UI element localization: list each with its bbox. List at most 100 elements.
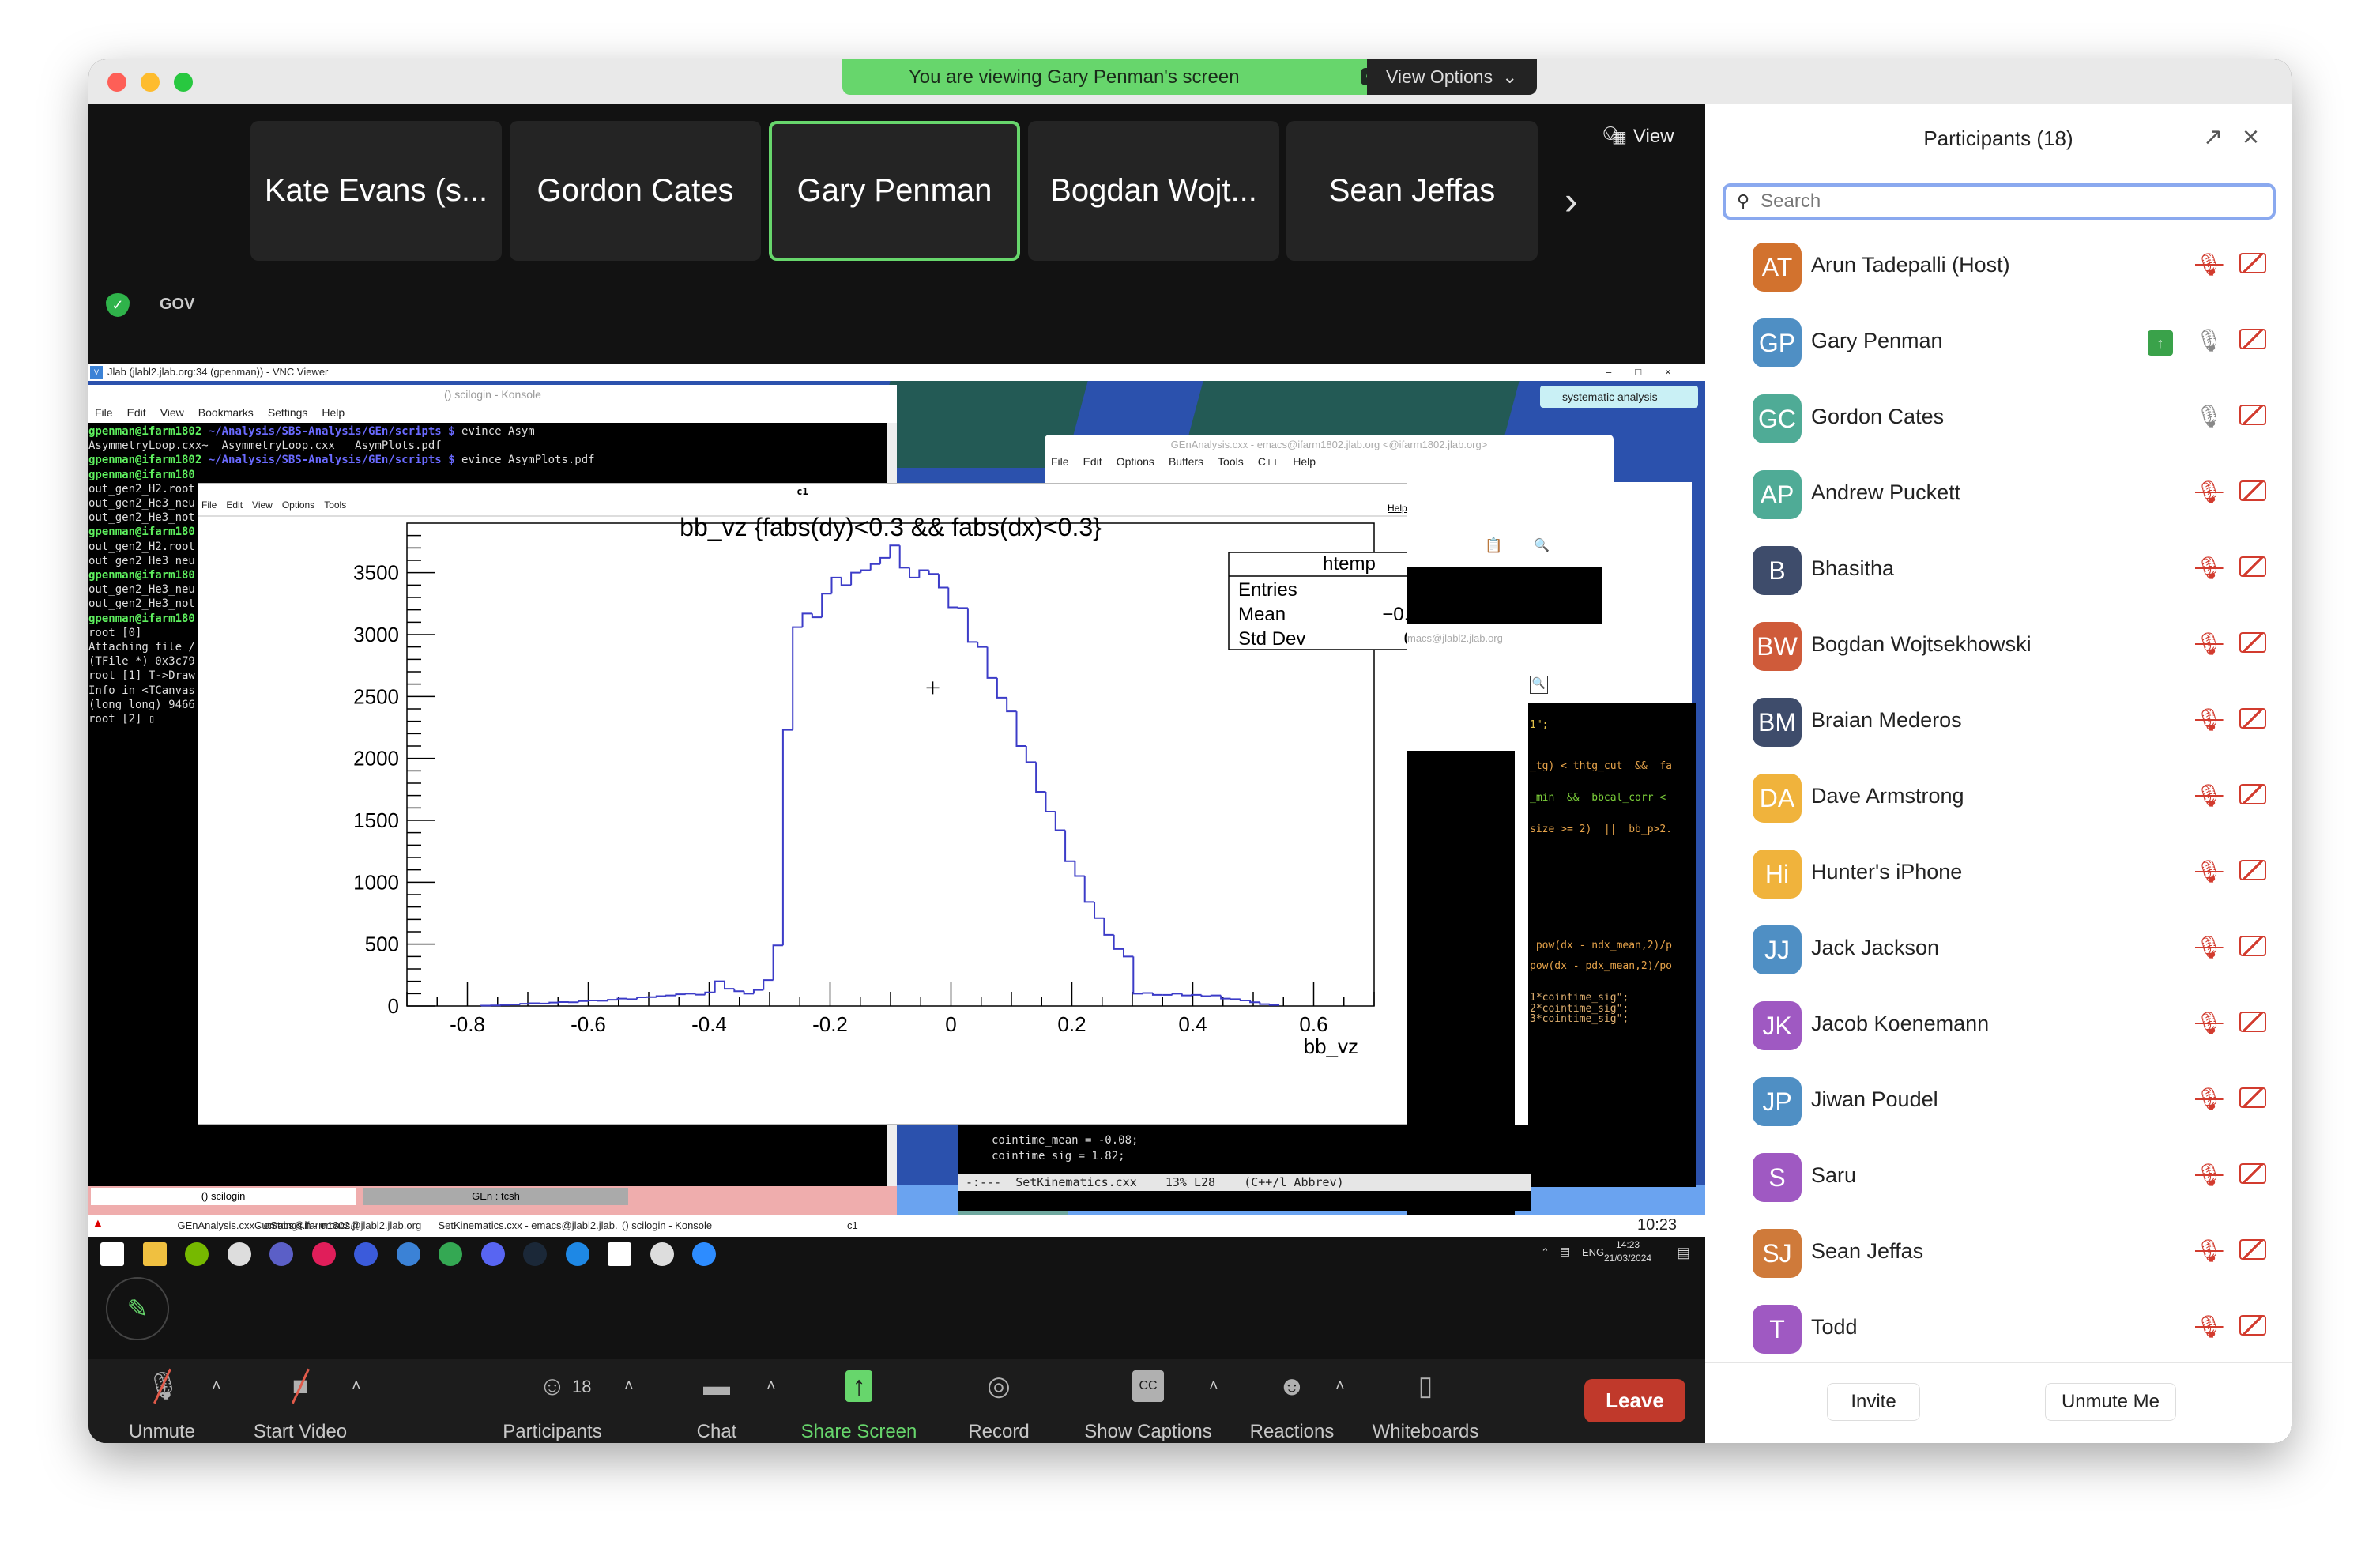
caret-up-icon[interactable]: ˄	[1209, 1377, 1218, 1396]
menu-item[interactable]: View	[160, 404, 184, 421]
magnifier-icon[interactable]: 🔍	[1530, 676, 1548, 694]
show-captions-button[interactable]: CC Show Captions	[1081, 1359, 1215, 1443]
vnc-window-controls[interactable]: –□×	[1606, 364, 1695, 381]
video-off-icon[interactable]	[2239, 1315, 2266, 1336]
shared-screen[interactable]: V Jlab (jlabl2.jlab.org:34 (gpenman)) - …	[88, 364, 1705, 1237]
video-off-icon[interactable]	[2239, 480, 2266, 501]
caret-up-icon[interactable]: ˄	[1335, 1377, 1345, 1396]
panel-task[interactable]: CutStrings.h - emacs@jlabl2.jlab.org	[254, 1219, 421, 1231]
next-page-arrow-icon[interactable]: ›	[1565, 178, 1578, 224]
video-off-icon[interactable]	[2239, 860, 2266, 880]
slack-icon[interactable]	[311, 1242, 336, 1266]
participant-row[interactable]: SJ Sean Jeffas 🎙︎	[1705, 1215, 2292, 1291]
discord-icon[interactable]	[480, 1242, 505, 1266]
participants-button[interactable]: ☺ 18 Participants	[485, 1359, 619, 1443]
document-icon[interactable]	[608, 1242, 631, 1266]
reactions-button[interactable]: ☻ Reactions	[1225, 1359, 1359, 1443]
minimize-window-button[interactable]	[141, 73, 160, 92]
mic-muted-icon[interactable]: 🎙︎	[2195, 1086, 2224, 1112]
mic-muted-icon[interactable]: 🎙︎	[2195, 1010, 2224, 1036]
mic-muted-icon[interactable]: 🎙︎	[2195, 1313, 2224, 1340]
systematic-analysis-tooltip[interactable]: systematic analysis	[1540, 386, 1698, 408]
video-thumbnail[interactable]: Gary Penman	[769, 121, 1020, 261]
menu-item[interactable]: Settings	[268, 404, 308, 421]
search-input[interactable]: ⚲ Search	[1723, 183, 2276, 220]
pop-out-icon[interactable]: ↗	[2203, 123, 2223, 151]
video-off-icon[interactable]	[2239, 936, 2266, 956]
participant-row[interactable]: JP Jiwan Poudel 🎙︎	[1705, 1064, 2292, 1140]
caret-up-icon[interactable]: ˄	[212, 1377, 221, 1396]
mic-muted-icon[interactable]: 🎙︎	[2195, 1238, 2224, 1264]
unmute-me-button[interactable]: Unmute Me	[2045, 1383, 2176, 1421]
panel-task[interactable]: c1	[847, 1219, 858, 1231]
start-video-button[interactable]: ■Start Video	[233, 1359, 367, 1443]
participant-row[interactable]: JJ Jack Jackson 🎙︎	[1705, 912, 2292, 988]
language-indicator[interactable]: ENG	[1582, 1246, 1604, 1258]
unmute-button[interactable]: 🎙Unmute	[95, 1359, 229, 1443]
video-off-icon[interactable]	[2239, 1163, 2266, 1184]
histogram-chart[interactable]: bb_vz {fabs(dy)<0.3 && fabs(dx)<0.3} 0 500…	[198, 483, 1407, 1125]
maximize-window-button[interactable]	[174, 73, 193, 92]
close-window-button[interactable]	[107, 73, 126, 92]
file-explorer-icon[interactable]	[142, 1242, 167, 1266]
notifications-icon[interactable]: ▤	[1677, 1245, 1690, 1261]
video-off-icon[interactable]	[2239, 1239, 2266, 1260]
menu-item[interactable]: Buffers	[1169, 455, 1203, 468]
menu-item[interactable]: File	[1051, 455, 1069, 468]
emacs-setkinematics-window[interactable]: cointime_mean = -0.08; cointime_sig = 1.8…	[958, 1125, 1531, 1211]
menu-item[interactable]: File	[95, 404, 113, 421]
tray-chevron-icon[interactable]: ⌃	[1541, 1246, 1550, 1259]
redhat-menu-icon[interactable]: ▲	[92, 1217, 104, 1231]
menu-item[interactable]: C++	[1258, 455, 1278, 468]
nvidia-icon[interactable]	[185, 1242, 209, 1266]
participant-row[interactable]: AP Andrew Puckett 🎙︎	[1705, 457, 2292, 533]
participant-row[interactable]: T Todd 🎙︎	[1705, 1291, 2292, 1367]
leave-button[interactable]: Leave	[1584, 1379, 1685, 1422]
participant-row[interactable]: AT Arun Tadepalli (Host) 🎙︎	[1705, 229, 2292, 305]
app-icon[interactable]	[565, 1242, 589, 1266]
panel-task[interactable]: SetKinematics.cxx - emacs@jlabl2.jlab.	[439, 1219, 618, 1231]
participant-row[interactable]: B Bhasitha 🎙︎	[1705, 533, 2292, 609]
panel-task[interactable]: () scilogin - Konsole	[622, 1219, 712, 1231]
konsole-tab[interactable]: GEn : tcsh	[363, 1188, 628, 1205]
mic-muted-icon[interactable]: 🎙︎	[2195, 858, 2224, 884]
chrome-icon[interactable]	[439, 1242, 462, 1266]
participant-row[interactable]: Hi Hunter's iPhone 🎙︎	[1705, 836, 2292, 912]
video-off-icon[interactable]	[2239, 784, 2266, 804]
video-off-icon[interactable]	[2239, 632, 2266, 653]
magnifier-icon[interactable]: 🔍	[1534, 537, 1550, 553]
annotate-pencil-button[interactable]: ✎	[106, 1277, 169, 1340]
whiteboards-button[interactable]: ▯ Whiteboards	[1358, 1359, 1493, 1443]
view-button[interactable]: ▦ View	[1612, 121, 1699, 153]
participant-row[interactable]: JK Jacob Koenemann 🎙︎	[1705, 988, 2292, 1064]
mic-muted-icon[interactable]: 🎙︎	[2195, 782, 2224, 808]
mic-muted-icon[interactable]: 🎙︎	[2195, 934, 2224, 960]
video-off-icon[interactable]	[2239, 253, 2266, 273]
app-icon[interactable]	[354, 1242, 378, 1266]
video-off-icon[interactable]	[2239, 556, 2266, 577]
video-off-icon[interactable]	[2239, 405, 2266, 425]
system-clock[interactable]: 14:23 21/03/2024	[1604, 1238, 1651, 1265]
participant-row[interactable]: S Saru 🎙︎	[1705, 1140, 2292, 1215]
participant-row[interactable]: GP Gary Penman ↑ 🎙︎	[1705, 305, 2292, 381]
clipboard-icon[interactable]: 📋	[1485, 537, 1502, 554]
chat-button[interactable]: ▬ Chat	[650, 1359, 784, 1443]
video-thumbnail[interactable]: Sean Jeffas	[1286, 121, 1538, 261]
video-thumbnail[interactable]: Gordon Cates	[510, 121, 761, 261]
close-icon[interactable]: ×	[2243, 120, 2259, 153]
mic-muted-icon[interactable]: 🎙︎	[2195, 479, 2224, 505]
mic-muted-icon[interactable]: 🎙︎	[2195, 251, 2224, 277]
participant-row[interactable]: BW Bogdan Wojtsekhowski 🎙︎	[1705, 609, 2292, 684]
participant-row[interactable]: BM Braian Mederos 🎙︎	[1705, 684, 2292, 760]
snipping-tool-icon[interactable]	[227, 1242, 251, 1266]
caret-up-icon[interactable]: ˄	[352, 1377, 361, 1396]
mic-muted-icon[interactable]: 🎙︎	[2195, 631, 2224, 657]
zoom-icon[interactable]	[692, 1242, 716, 1266]
video-off-icon[interactable]	[2239, 329, 2266, 349]
steam-icon[interactable]	[523, 1242, 547, 1266]
video-off-icon[interactable]	[2239, 1087, 2266, 1108]
teams-icon[interactable]	[269, 1242, 293, 1266]
video-off-icon[interactable]	[2239, 708, 2266, 729]
video-thumbnail[interactable]: Bogdan Wojt...	[1028, 121, 1279, 261]
windows-start-icon[interactable]	[100, 1242, 124, 1266]
